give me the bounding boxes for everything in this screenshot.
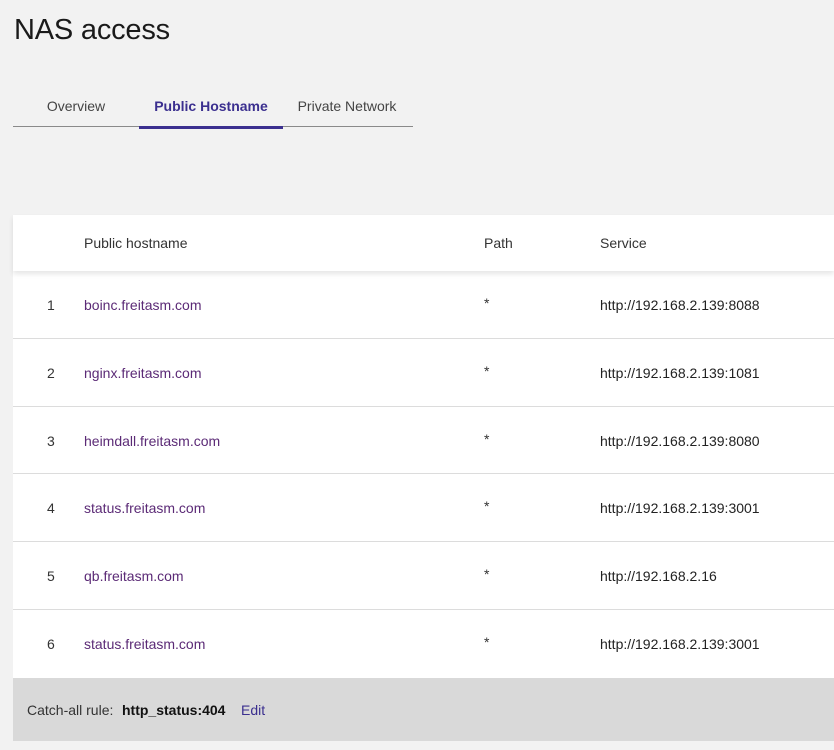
tab-bar: Overview Public Hostname Private Network xyxy=(13,84,413,129)
hostname-link[interactable]: qb.freitasm.com xyxy=(84,568,184,584)
row-service: http://192.168.2.139:3001 xyxy=(600,500,760,517)
table-header: Public hostname Path Service xyxy=(13,215,834,271)
row-number: 6 xyxy=(47,635,55,652)
table-row[interactable]: 1 boinc.freitasm.com * http://192.168.2.… xyxy=(13,271,834,339)
row-path: * xyxy=(484,633,490,650)
row-number: 4 xyxy=(47,500,55,517)
row-number: 5 xyxy=(47,568,55,585)
page: NAS access Overview Public Hostname Priv… xyxy=(0,0,834,750)
edit-catch-all-link[interactable]: Edit xyxy=(241,702,265,718)
column-header-service[interactable]: Service xyxy=(600,235,647,251)
tab-private-network[interactable]: Private Network xyxy=(291,84,403,127)
row-path: * xyxy=(484,362,490,379)
row-service: http://192.168.2.139:8080 xyxy=(600,432,760,449)
row-path: * xyxy=(484,498,490,515)
row-path: * xyxy=(484,295,490,311)
row-number: 3 xyxy=(47,432,55,449)
tab-public-hostname[interactable]: Public Hostname xyxy=(139,84,283,129)
page-title: NAS access xyxy=(14,14,170,46)
row-service: http://192.168.2.139:8088 xyxy=(600,297,760,313)
table-row[interactable]: 2 nginx.freitasm.com * http://192.168.2.… xyxy=(13,339,834,407)
row-service: http://192.168.2.16 xyxy=(600,568,717,585)
table-row[interactable]: 3 heimdall.freitasm.com * http://192.168… xyxy=(13,407,834,475)
table-row[interactable]: 4 status.freitasm.com * http://192.168.2… xyxy=(13,474,834,543)
catch-all-label: Catch-all rule: xyxy=(27,702,114,718)
row-path: * xyxy=(484,430,490,447)
hostname-link[interactable]: status.freitasm.com xyxy=(84,500,205,516)
table-row[interactable]: 5 qb.freitasm.com * http://192.168.2.16 xyxy=(13,542,834,610)
table-row[interactable]: 6 status.freitasm.com * http://192.168.2… xyxy=(13,610,834,678)
hostname-table: Public hostname Path Service 1 boinc.fre… xyxy=(13,215,834,678)
column-header-hostname[interactable]: Public hostname xyxy=(84,235,188,251)
row-number: 1 xyxy=(47,297,55,313)
hostname-link[interactable]: nginx.freitasm.com xyxy=(84,365,201,381)
hostname-link[interactable]: boinc.freitasm.com xyxy=(84,297,201,313)
row-service: http://192.168.2.139:3001 xyxy=(600,635,760,652)
row-path: * xyxy=(484,566,490,583)
hostname-link[interactable]: status.freitasm.com xyxy=(84,636,205,652)
catch-all-value: http_status:404 xyxy=(122,702,226,718)
catch-all-rule: Catch-all rule: http_status:404 Edit xyxy=(13,678,834,741)
column-header-path[interactable]: Path xyxy=(484,235,513,251)
row-service: http://192.168.2.139:1081 xyxy=(600,364,760,381)
hostname-link[interactable]: heimdall.freitasm.com xyxy=(84,433,220,449)
row-number: 2 xyxy=(47,364,55,381)
tab-overview[interactable]: Overview xyxy=(33,84,119,127)
